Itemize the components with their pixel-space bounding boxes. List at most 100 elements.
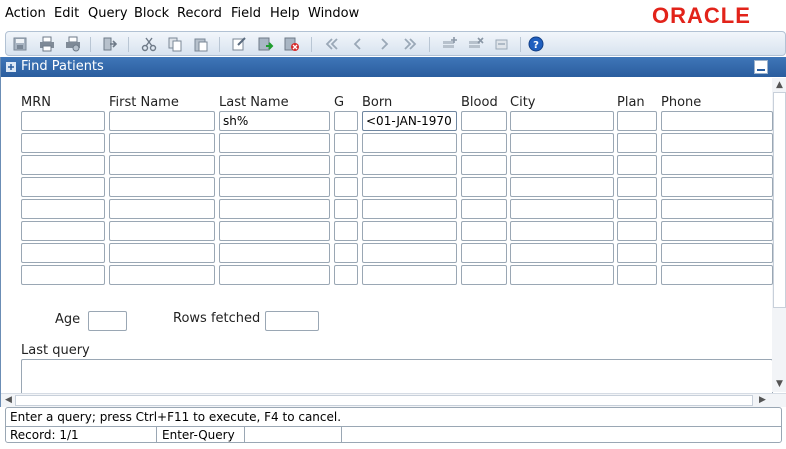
- blood-field[interactable]: [461, 221, 507, 241]
- city-field[interactable]: [510, 221, 614, 241]
- first-name-field[interactable]: [109, 133, 215, 153]
- plan-field[interactable]: [617, 221, 657, 241]
- first-name-field[interactable]: [109, 111, 215, 131]
- gender-field[interactable]: [334, 133, 358, 153]
- mrn-field[interactable]: [21, 111, 105, 131]
- paste-icon[interactable]: [193, 36, 209, 52]
- blood-field[interactable]: [461, 155, 507, 175]
- print-icon[interactable]: [39, 36, 55, 52]
- scroll-left-arrow-icon[interactable]: ◀: [2, 394, 15, 406]
- last-name-field[interactable]: [219, 177, 330, 197]
- city-field[interactable]: [510, 199, 614, 219]
- plan-field[interactable]: [617, 111, 657, 131]
- first-name-field[interactable]: [109, 221, 215, 241]
- mrn-field[interactable]: [21, 133, 105, 153]
- first-name-field[interactable]: [109, 265, 215, 285]
- phone-field[interactable]: [661, 155, 773, 175]
- vertical-scrollbar[interactable]: ▲ ▼: [772, 78, 786, 392]
- cancel-query-icon[interactable]: [284, 36, 300, 52]
- scroll-right-arrow-icon[interactable]: ▶: [756, 394, 769, 406]
- born-field[interactable]: [362, 243, 457, 263]
- blood-field[interactable]: [461, 177, 507, 197]
- last-record-icon[interactable]: [402, 36, 418, 52]
- phone-field[interactable]: [661, 133, 773, 153]
- age-field[interactable]: [88, 311, 127, 331]
- last-name-field[interactable]: [219, 265, 330, 285]
- gender-field[interactable]: [334, 199, 358, 219]
- clear-record-icon[interactable]: [494, 36, 510, 52]
- last-name-field[interactable]: [219, 199, 330, 219]
- exit-icon[interactable]: [102, 36, 118, 52]
- blood-field[interactable]: [461, 111, 507, 131]
- plan-field[interactable]: [617, 243, 657, 263]
- vertical-scroll-thumb[interactable]: [773, 92, 786, 308]
- next-record-icon[interactable]: [376, 36, 392, 52]
- first-name-field[interactable]: [109, 155, 215, 175]
- save-icon[interactable]: [12, 36, 28, 52]
- blood-field[interactable]: [461, 243, 507, 263]
- last-name-field[interactable]: [219, 221, 330, 241]
- gender-field[interactable]: [334, 111, 358, 131]
- phone-field[interactable]: [661, 177, 773, 197]
- menu-field[interactable]: Field: [231, 6, 261, 21]
- minimize-button[interactable]: [754, 60, 768, 74]
- gender-field[interactable]: [334, 221, 358, 241]
- mrn-field[interactable]: [21, 221, 105, 241]
- cut-icon[interactable]: [141, 36, 157, 52]
- born-field[interactable]: [362, 199, 457, 219]
- born-field[interactable]: [362, 265, 457, 285]
- gender-field[interactable]: [334, 155, 358, 175]
- menu-block[interactable]: Block: [134, 6, 169, 21]
- plan-field[interactable]: [617, 265, 657, 285]
- blood-field[interactable]: [461, 133, 507, 153]
- phone-field[interactable]: [661, 243, 773, 263]
- gender-field[interactable]: [334, 177, 358, 197]
- copy-icon[interactable]: [167, 36, 183, 52]
- born-field[interactable]: [362, 111, 457, 131]
- insert-record-icon[interactable]: [442, 36, 458, 52]
- execute-query-icon[interactable]: [258, 36, 274, 52]
- first-record-icon[interactable]: [324, 36, 340, 52]
- horizontal-scroll-thumb[interactable]: [15, 395, 753, 406]
- menu-edit[interactable]: Edit: [54, 6, 79, 21]
- last-name-field[interactable]: [219, 111, 330, 131]
- mrn-field[interactable]: [21, 199, 105, 219]
- plan-field[interactable]: [617, 155, 657, 175]
- born-field[interactable]: [362, 133, 457, 153]
- menu-query[interactable]: Query: [88, 6, 128, 21]
- horizontal-scrollbar[interactable]: ◀ ▶: [1, 393, 786, 407]
- menu-help[interactable]: Help: [270, 6, 300, 21]
- last-name-field[interactable]: [219, 133, 330, 153]
- last-name-field[interactable]: [219, 155, 330, 175]
- mrn-field[interactable]: [21, 155, 105, 175]
- enter-query-icon[interactable]: [232, 36, 248, 52]
- plan-field[interactable]: [617, 133, 657, 153]
- city-field[interactable]: [510, 111, 614, 131]
- city-field[interactable]: [510, 177, 614, 197]
- city-field[interactable]: [510, 133, 614, 153]
- scroll-up-arrow-icon[interactable]: ▲: [773, 79, 786, 91]
- phone-field[interactable]: [661, 221, 773, 241]
- last-query-field[interactable]: [21, 359, 773, 395]
- city-field[interactable]: [510, 155, 614, 175]
- born-field[interactable]: [362, 221, 457, 241]
- city-field[interactable]: [510, 265, 614, 285]
- gender-field[interactable]: [334, 243, 358, 263]
- phone-field[interactable]: [661, 199, 773, 219]
- previous-record-icon[interactable]: [350, 36, 366, 52]
- blood-field[interactable]: [461, 265, 507, 285]
- blood-field[interactable]: [461, 199, 507, 219]
- phone-field[interactable]: [661, 265, 773, 285]
- born-field[interactable]: [362, 155, 457, 175]
- first-name-field[interactable]: [109, 177, 215, 197]
- mrn-field[interactable]: [21, 265, 105, 285]
- plan-field[interactable]: [617, 199, 657, 219]
- menu-window[interactable]: Window: [308, 6, 359, 21]
- menu-action[interactable]: Action: [5, 6, 46, 21]
- mrn-field[interactable]: [21, 243, 105, 263]
- rows-fetched-field[interactable]: [265, 311, 319, 331]
- delete-record-icon[interactable]: [468, 36, 484, 52]
- help-icon[interactable]: ?: [528, 36, 544, 52]
- city-field[interactable]: [510, 243, 614, 263]
- print-setup-icon[interactable]: [65, 36, 81, 52]
